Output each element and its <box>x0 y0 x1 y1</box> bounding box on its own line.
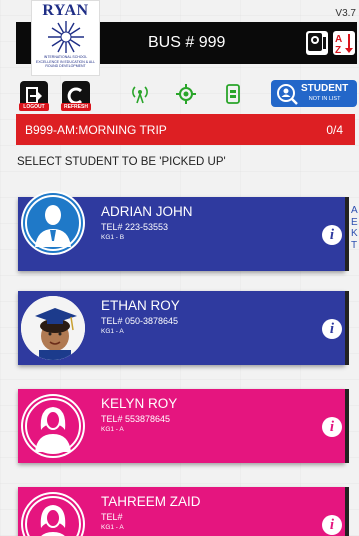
search-student-icon <box>277 84 298 105</box>
index-letter[interactable]: A <box>351 205 358 217</box>
logo-word: RYAN <box>42 2 89 19</box>
info-icon[interactable]: i <box>322 417 342 437</box>
card-edge <box>345 291 349 365</box>
school-logo: RYAN INTERNATIONAL SCHOOL EXCELLENCE IN … <box>31 0 100 76</box>
student-tel: TEL# 553878645 <box>101 414 171 424</box>
student-card[interactable]: ADRIAN JOHN TEL# 223-53553 KG1 - B i <box>18 191 349 271</box>
student-tel: TEL# 223-53553 <box>101 222 169 232</box>
card-edge <box>345 487 349 536</box>
svg-text:Z: Z <box>335 45 341 55</box>
student-name: TAHREEM ZAID <box>101 494 201 509</box>
student-card[interactable]: KELYN ROY TEL# 553878645 KG1 - A i <box>18 389 349 463</box>
female-student-icon <box>21 394 85 458</box>
bus-location-icon[interactable] <box>306 31 328 55</box>
student-button-label: STUDENT <box>301 82 349 94</box>
student-card[interactable]: ETHAN ROY TEL# 050-3878645 KG1 - A i <box>18 291 349 365</box>
logout-label[interactable]: LOGOUT <box>19 103 49 111</box>
female-student-icon <box>21 492 85 536</box>
logo-tagline: EXCELLENCE IN EDUCATION & ALL ROUND DEVE… <box>35 60 96 68</box>
student-tel: TEL# 050-3878645 <box>101 316 179 326</box>
refresh-label[interactable]: REFRESH <box>61 103 91 111</box>
info-icon[interactable]: i <box>322 515 342 535</box>
index-letter[interactable]: T <box>351 240 358 252</box>
app-version: V3.7 <box>335 8 356 19</box>
section-title: SELECT STUDENT TO BE 'PICKED UP' <box>17 156 226 168</box>
student-card[interactable]: TAHREEM ZAID TEL# KG1 - A i <box>18 487 349 536</box>
student-button-sublabel: NOT IN LIST <box>308 95 341 102</box>
card-edge <box>345 389 349 463</box>
logo-emblem-icon <box>47 21 84 53</box>
student-name: KELYN ROY <box>101 396 178 411</box>
student-not-in-list-button[interactable]: STUDENT NOT IN LIST <box>271 80 357 107</box>
alphabet-index[interactable]: A E K T <box>351 205 358 251</box>
student-name: ADRIAN JOHN <box>101 204 193 219</box>
student-tel: TEL# <box>101 512 123 522</box>
nfc-device-icon <box>226 84 240 104</box>
student-grade: KG1 - B <box>101 234 125 241</box>
index-letter[interactable]: E <box>351 217 358 229</box>
student-grade: KG1 - A <box>101 328 124 335</box>
trip-name: B999-AM:MORNING TRIP <box>25 122 167 137</box>
gps-target-icon <box>176 84 196 104</box>
male-student-icon <box>21 191 85 255</box>
sort-az-icon[interactable]: A Z <box>333 31 355 56</box>
trip-bar[interactable]: B999-AM:MORNING TRIP 0/4 <box>16 114 355 145</box>
student-grade: KG1 - A <box>101 426 124 433</box>
student-grade: KG1 - A <box>101 524 124 531</box>
signal-antenna-icon <box>132 86 148 104</box>
logo-subtext: INTERNATIONAL SCHOOL <box>43 55 88 59</box>
info-icon[interactable]: i <box>322 319 342 339</box>
bus-title: BUS # 999 <box>148 34 226 51</box>
svg-text:A: A <box>335 34 342 45</box>
index-letter[interactable]: K <box>351 228 358 240</box>
student-name: ETHAN ROY <box>101 298 180 313</box>
trip-count: 0/4 <box>326 122 343 137</box>
card-edge <box>345 197 349 271</box>
student-photo <box>21 296 85 360</box>
info-icon[interactable]: i <box>322 225 342 245</box>
